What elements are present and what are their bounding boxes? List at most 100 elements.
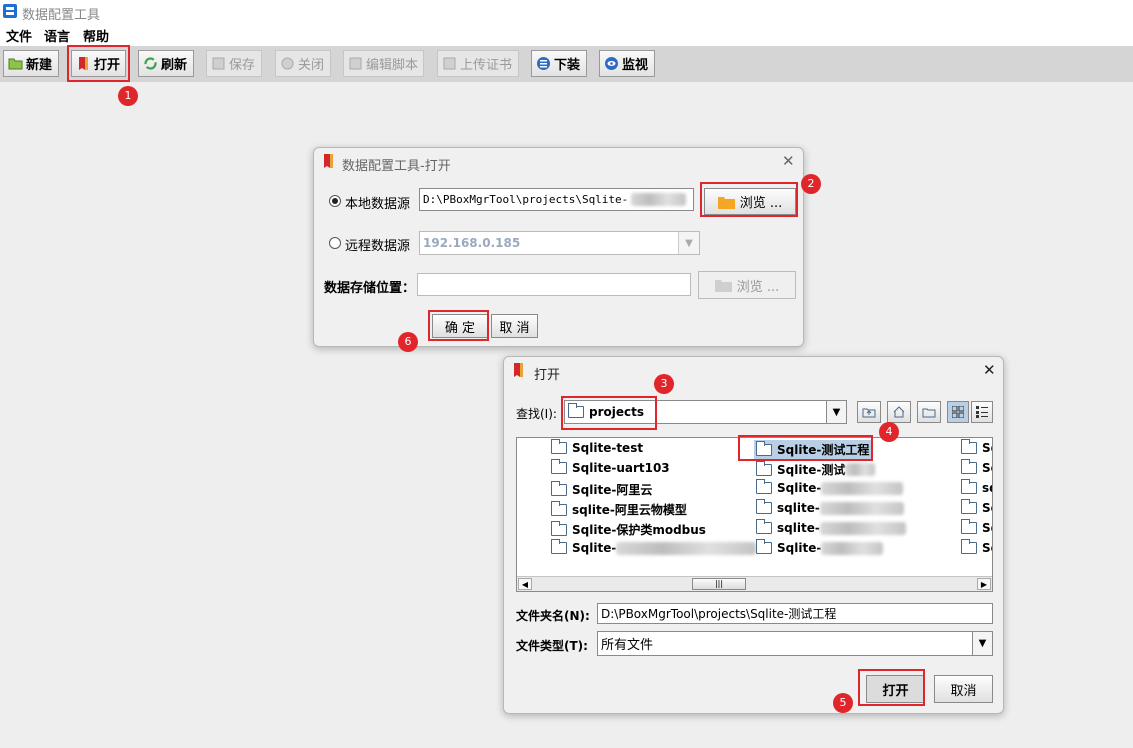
details-view-button[interactable]: [971, 401, 993, 423]
upload-cert-button[interactable]: 上传证书: [437, 50, 519, 77]
step-2-marker: 2: [801, 174, 821, 194]
lookin-dropdown-arrow-icon[interactable]: ▼: [826, 401, 846, 423]
storage-browse-label: 浏览 ...: [736, 279, 780, 295]
dialog-book-icon: [514, 363, 523, 377]
new-folder-button[interactable]: [917, 401, 941, 423]
title-bar: 数据配置工具: [0, 0, 1133, 24]
folder-icon: [756, 519, 772, 534]
redacted-text: [631, 193, 687, 206]
new-folder-icon: [8, 58, 23, 70]
edit-script-button[interactable]: 编辑脚本: [343, 50, 424, 77]
folder-name-input[interactable]: D:\PBoxMgrTool\projects\Sqlite-测试工程: [597, 603, 993, 624]
folder-icon: [551, 459, 567, 474]
remote-dropdown-arrow-icon[interactable]: ▼: [678, 232, 699, 254]
list-item[interactable]: Sqlite-uart103: [551, 459, 670, 475]
folder-disabled-icon: [714, 280, 732, 292]
list-item[interactable]: Sqlite-保护类modbus: [551, 520, 706, 538]
refresh-label: 刷新: [161, 58, 188, 73]
highlight-selected-folder: [738, 435, 873, 461]
list-item[interactable]: sqlite-阿里云物模型: [551, 500, 687, 518]
list-item[interactable]: Sqlite-test: [551, 439, 644, 455]
folder-icon: [756, 539, 772, 554]
list-item[interactable]: Sq: [961, 459, 992, 475]
list-item[interactable]: Sq: [961, 439, 992, 455]
refresh-button[interactable]: 刷新: [138, 50, 194, 77]
item-label: sqlite-: [777, 521, 820, 535]
highlight-ok-button: [428, 310, 489, 341]
item-label: Sq: [982, 501, 992, 515]
list-item[interactable]: Sq: [961, 539, 992, 555]
list-view-button[interactable]: [947, 401, 969, 423]
file-cancel-button[interactable]: 取消: [934, 675, 993, 703]
new-button[interactable]: 新建: [3, 50, 59, 77]
download-button[interactable]: 下装: [531, 50, 587, 77]
new-folder-icon: [922, 408, 936, 418]
list-item[interactable]: sqlite-: [756, 519, 906, 535]
certificate-icon: [443, 57, 456, 70]
save-icon: [212, 57, 225, 70]
file-type-dropdown-arrow-icon[interactable]: ▼: [972, 632, 992, 655]
file-type-label: 文件类型(T):: [516, 639, 588, 653]
item-label: sqlite-阿里云物模型: [572, 503, 687, 517]
folder-icon: [961, 519, 977, 534]
item-label: sq: [982, 481, 992, 495]
remote-source-radio[interactable]: [329, 237, 341, 249]
monitor-button[interactable]: 监视: [599, 50, 655, 77]
list-item[interactable]: Sqlite-: [551, 539, 757, 555]
dialog-close-icon[interactable]: ✕: [782, 152, 795, 170]
storage-browse-button[interactable]: 浏览 ...: [698, 271, 796, 299]
folder-icon: [756, 499, 772, 514]
upload-cert-label: 上传证书: [460, 58, 513, 73]
monitor-label: 监视: [622, 58, 649, 73]
open-source-dialog: 数据配置工具-打开 ✕ 本地数据源 D:\PBoxMgrTool\project…: [313, 147, 804, 347]
storage-location-field[interactable]: [417, 273, 691, 296]
scroll-right-icon[interactable]: ▶: [977, 578, 991, 590]
local-source-radio[interactable]: [329, 195, 341, 207]
scrollbar-thumb[interactable]: |||: [692, 578, 746, 590]
file-dialog-close-icon[interactable]: ✕: [983, 361, 996, 379]
menu-file[interactable]: 文件: [6, 26, 32, 45]
local-path-value: D:\PBoxMgrTool\projects\Sqlite-: [423, 193, 629, 206]
item-label: Sqlite-阿里云: [572, 483, 653, 497]
remote-address-select[interactable]: 192.168.0.185: [419, 231, 700, 255]
cancel-button[interactable]: 取 消: [491, 314, 538, 338]
folder-icon: [756, 460, 772, 476]
highlight-file-open-button: [858, 669, 925, 706]
home-button[interactable]: [887, 401, 911, 423]
folder-icon: [551, 539, 567, 554]
menu-help[interactable]: 帮助: [83, 26, 109, 45]
item-label: Sq: [982, 541, 992, 555]
item-label: Sqlite-: [572, 541, 617, 555]
list-item[interactable]: sqlite-: [756, 499, 904, 515]
item-label: Sqlite-test: [572, 441, 644, 455]
folder-icon: [961, 459, 977, 474]
new-label: 新建: [26, 58, 53, 73]
list-item[interactable]: Sqlite-测试: [756, 460, 876, 478]
refresh-icon: [144, 57, 157, 70]
local-path-field[interactable]: D:\PBoxMgrTool\projects\Sqlite-: [419, 188, 694, 211]
remote-address-value: 192.168.0.185: [423, 236, 521, 250]
up-folder-icon: [862, 408, 876, 418]
list-item[interactable]: Sq: [961, 499, 992, 515]
redacted-text: [821, 541, 884, 555]
scroll-left-icon[interactable]: ◀: [518, 578, 532, 590]
item-label: Sq: [982, 521, 992, 535]
file-type-select[interactable]: 所有文件: [597, 631, 993, 656]
redacted-text: [616, 541, 757, 555]
list-item[interactable]: Sqlite-: [756, 479, 904, 495]
save-button[interactable]: 保存: [206, 50, 262, 77]
up-one-level-button[interactable]: [857, 401, 881, 423]
list-view-icon: [952, 406, 964, 418]
list-item[interactable]: Sqlite-: [756, 539, 884, 555]
list-item[interactable]: Sqlite-阿里云: [551, 480, 653, 498]
highlight-lookin-select: [561, 396, 657, 430]
item-label: Sq: [982, 461, 992, 475]
menu-language[interactable]: 语言: [44, 26, 70, 45]
folder-icon: [551, 439, 567, 454]
list-item[interactable]: sq: [961, 479, 992, 495]
details-view-icon: [976, 406, 988, 418]
list-item[interactable]: Sq: [961, 519, 992, 535]
horizontal-scrollbar[interactable]: ◀ ||| ▶: [517, 576, 992, 591]
close-label: 关闭: [298, 58, 325, 73]
close-button[interactable]: 关闭: [275, 50, 331, 77]
